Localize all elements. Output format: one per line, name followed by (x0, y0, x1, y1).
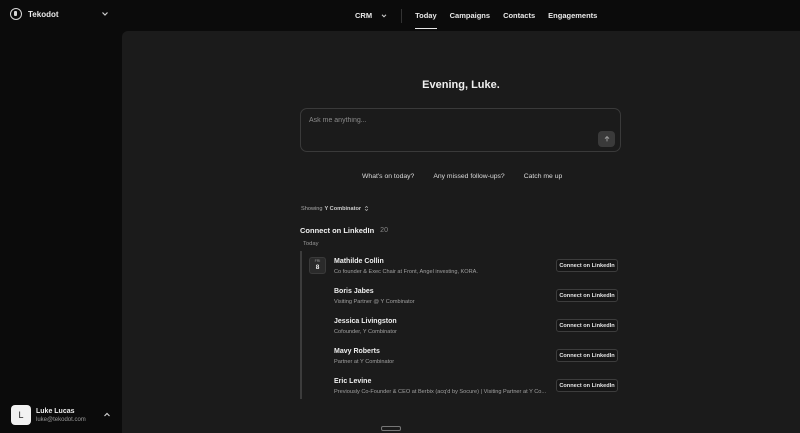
suggestions: What's on today? Any missed follow-ups? … (362, 173, 562, 180)
showing-label: Showing (301, 205, 323, 212)
section-count: 20 (380, 227, 388, 234)
tekodot-logo-icon (10, 8, 22, 20)
nav-divider (401, 8, 403, 23)
list-item: Eric Levine Previously Co-Founder & CEO … (334, 378, 618, 404)
connect-linkedin-button[interactable]: Connect on LinkedIn (556, 259, 618, 272)
connect-linkedin-button[interactable]: Connect on LinkedIn (556, 289, 618, 302)
main-panel: Evening, Luke. What's on today? Any miss… (122, 31, 800, 433)
crm-label: CRM (355, 11, 373, 20)
workspace-name: Tekodot (28, 9, 59, 19)
suggestion-whats-on-today[interactable]: What's on today? (362, 173, 414, 180)
avatar: L (11, 405, 31, 425)
chevron-down-icon (381, 13, 387, 18)
list-item: Boris Jabes Visiting Partner @ Y Combina… (334, 288, 618, 314)
tab-contacts[interactable]: Contacts (503, 0, 535, 31)
contact-subtitle: Partner at Y Combinator (334, 359, 395, 365)
ask-input[interactable] (309, 117, 589, 124)
main-nav: CRM Today Campaigns Contacts Engagements (355, 0, 610, 31)
user-email: luke@tekodot.com (36, 416, 86, 423)
section-title: Connect on LinkedIn (300, 226, 375, 235)
connect-linkedin-button[interactable]: Connect on LinkedIn (556, 349, 618, 362)
contact-subtitle: Co founder & Exec Chair at Front, Angel … (334, 269, 478, 275)
user-menu[interactable]: L Luke Lucas luke@tekodot.com (0, 397, 122, 433)
filter-selector[interactable]: Showing Y Combinator (301, 205, 370, 212)
user-name: Luke Lucas (36, 407, 75, 415)
greeting: Evening, Luke. (422, 79, 500, 91)
send-button[interactable] (598, 131, 615, 147)
connect-linkedin-button[interactable]: Connect on LinkedIn (556, 319, 618, 332)
list-item: Jessica Livingston Cofounder, Y Combinat… (334, 318, 618, 344)
top-bar: Tekodot CRM Today Campaigns Contacts Eng… (0, 0, 800, 31)
showing-value: Y Combinator (324, 205, 362, 212)
ask-box[interactable] (300, 108, 621, 152)
contact-subtitle: Previously Co-Founder & CEO at Berbix (a… (334, 389, 547, 395)
sidebar: L Luke Lucas luke@tekodot.com (0, 31, 122, 433)
date-day: 8 (315, 264, 320, 271)
sort-icon (364, 205, 369, 212)
crm-selector[interactable]: CRM (355, 0, 388, 31)
connect-linkedin-button[interactable]: Connect on LinkedIn (556, 379, 618, 392)
list-item: Mavy Roberts Partner at Y Combinator Con… (334, 348, 618, 374)
suggestion-missed-follow-ups[interactable]: Any missed follow-ups? (433, 173, 504, 180)
date-badge: FRI 8 (309, 257, 326, 274)
scroll-handle[interactable] (381, 426, 401, 431)
contact-subtitle: Visiting Partner @ Y Combinator (334, 299, 415, 305)
section-header: Connect on LinkedIn 20 (300, 226, 388, 235)
tab-today[interactable]: Today (415, 0, 437, 31)
list-item: Mathilde Collin Co founder & Exec Chair … (334, 258, 618, 284)
tab-engagements[interactable]: Engagements (548, 0, 597, 31)
chevron-down-icon[interactable] (100, 9, 110, 19)
tab-campaigns[interactable]: Campaigns (450, 0, 490, 31)
arrow-up-icon (604, 135, 609, 142)
today-label: Today (303, 241, 319, 247)
contact-subtitle: Cofounder, Y Combinator (334, 329, 397, 335)
suggestion-catch-me-up[interactable]: Catch me up (524, 173, 563, 180)
chevron-up-icon[interactable] (102, 410, 112, 420)
timeline-line (300, 251, 302, 399)
workspace-switcher[interactable]: Tekodot (10, 8, 59, 20)
